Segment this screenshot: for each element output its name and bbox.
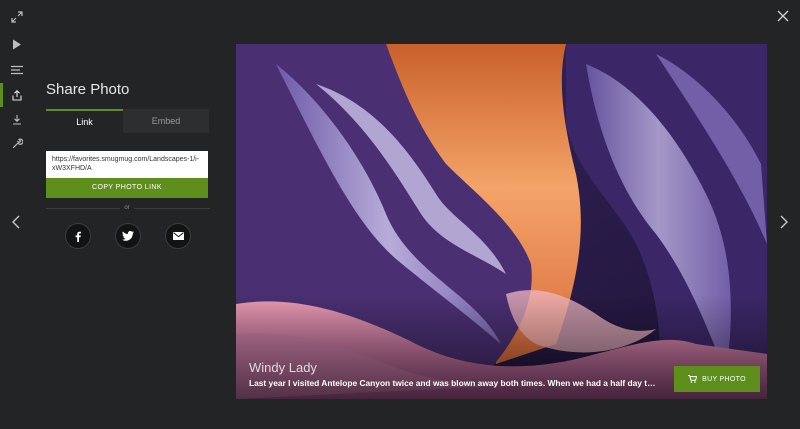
facebook-button[interactable] xyxy=(65,223,91,249)
details-button[interactable] xyxy=(0,58,34,82)
tools-button[interactable] xyxy=(0,131,34,155)
tab-link[interactable]: Link xyxy=(46,109,123,133)
share-panel: Share Photo Link Embed https://favorites… xyxy=(46,80,210,249)
wrench-icon xyxy=(12,137,23,148)
chevron-right-icon xyxy=(780,215,788,229)
previous-photo-button[interactable] xyxy=(7,212,25,232)
share-button[interactable] xyxy=(0,83,34,107)
email-icon xyxy=(172,232,184,240)
next-photo-button[interactable] xyxy=(775,212,793,232)
or-label: or xyxy=(120,203,134,213)
fullscreen-button[interactable] xyxy=(0,5,34,29)
copy-photo-link-button[interactable]: COPY PHOTO LINK xyxy=(46,178,208,198)
social-buttons xyxy=(65,223,191,249)
twitter-icon xyxy=(122,231,134,241)
facebook-icon xyxy=(75,231,81,242)
download-button[interactable] xyxy=(0,107,34,131)
photo-link-field[interactable]: https://favorites.smugmug.com/Landscapes… xyxy=(46,151,208,178)
tab-embed[interactable]: Embed xyxy=(123,109,209,133)
or-divider: or xyxy=(46,203,210,213)
close-icon xyxy=(777,10,789,22)
toolbar xyxy=(0,0,34,160)
download-icon xyxy=(13,114,21,125)
email-button[interactable] xyxy=(165,223,191,249)
menu-icon xyxy=(11,65,23,75)
slideshow-button[interactable] xyxy=(0,32,34,56)
buy-photo-label: BUY PHOTO xyxy=(702,375,746,383)
share-icon xyxy=(12,89,22,101)
play-icon xyxy=(13,39,21,49)
chevron-left-icon xyxy=(12,215,20,229)
panel-title: Share Photo xyxy=(46,81,130,98)
photo-caption: Last year I visited Antelope Canyon twic… xyxy=(249,378,659,388)
share-tabs: Link Embed xyxy=(46,109,210,133)
close-button[interactable] xyxy=(773,6,793,26)
photo-title: Windy Lady xyxy=(249,360,317,375)
cart-icon xyxy=(688,375,698,383)
buy-photo-button[interactable]: BUY PHOTO xyxy=(674,366,760,392)
twitter-button[interactable] xyxy=(115,223,141,249)
canyon-photo xyxy=(236,44,767,399)
photo-viewer[interactable]: Windy Lady Last year I visited Antelope … xyxy=(236,44,767,399)
expand-icon xyxy=(11,11,23,23)
